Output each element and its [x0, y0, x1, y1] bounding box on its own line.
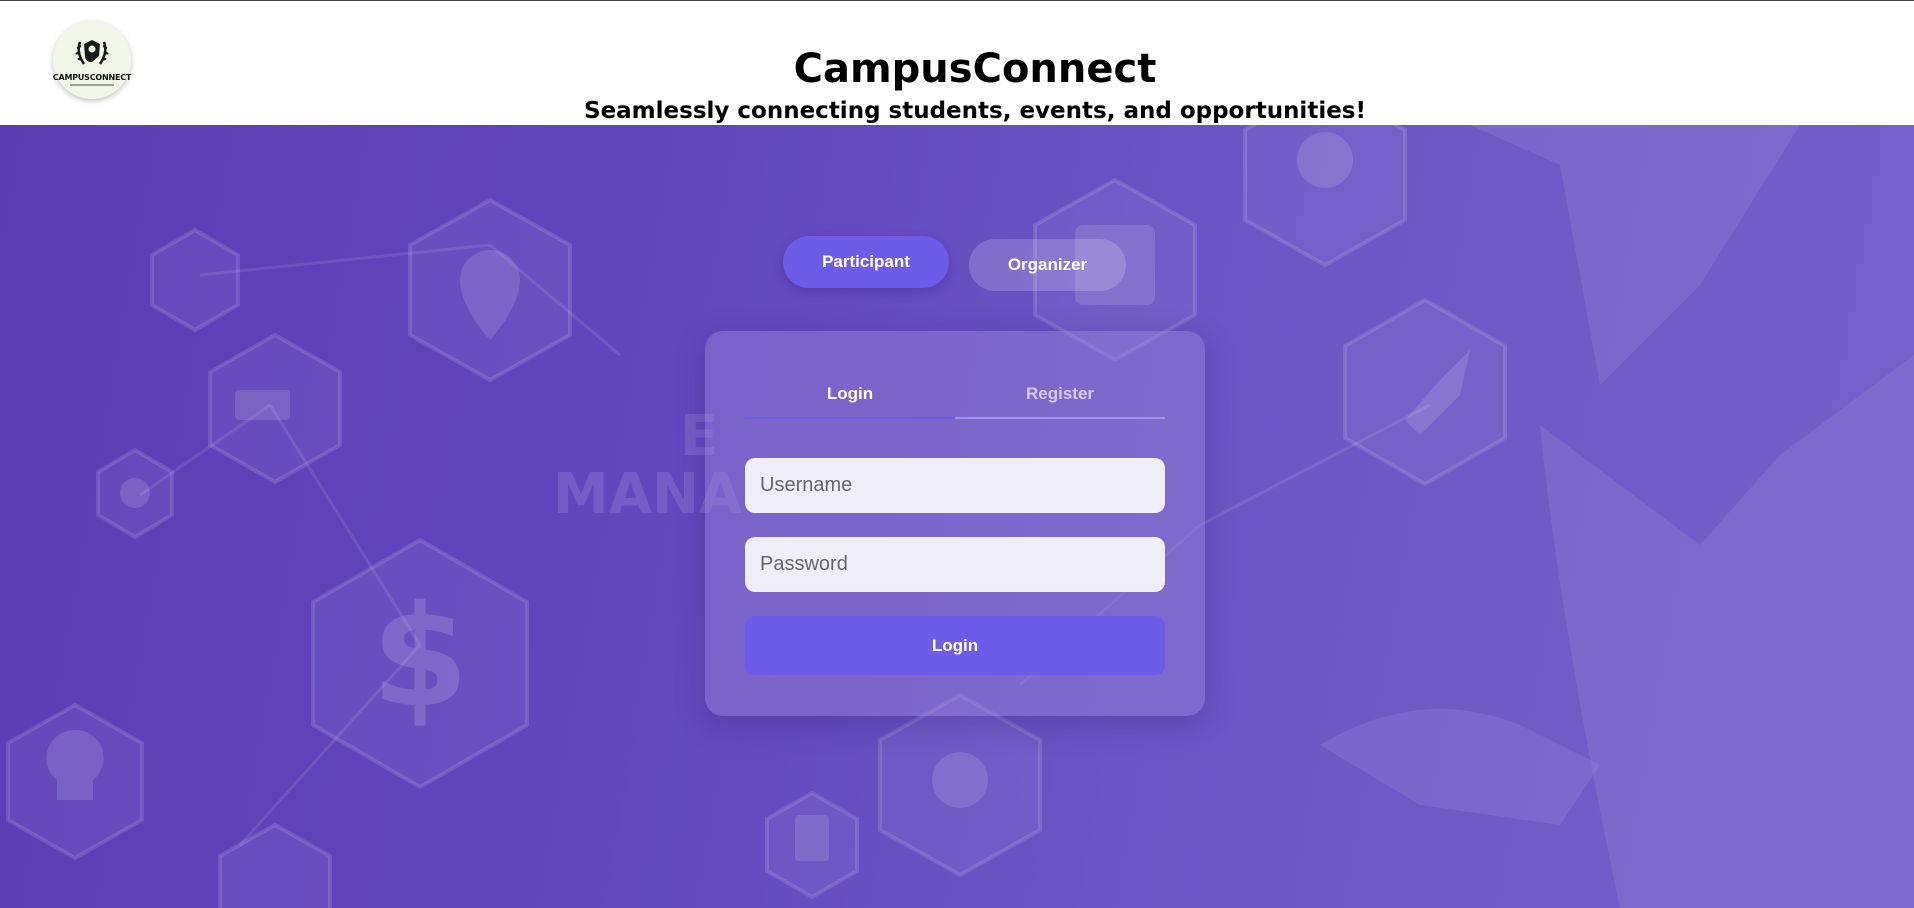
site-tagline: Seamlessly connecting students, events, … — [584, 98, 1366, 124]
username-input[interactable] — [745, 458, 1165, 513]
hex-gear — [150, 227, 240, 333]
hero-background: $ E MANA Participant Organizer Login Reg… — [0, 125, 1914, 908]
site-title: CampusConnect — [793, 46, 1157, 92]
lock-body-icon — [932, 752, 988, 808]
clipboard-icon — [795, 815, 829, 861]
participant-button[interactable]: Participant — [783, 236, 949, 288]
password-input[interactable] — [745, 537, 1165, 592]
dollar-icon: $ — [371, 576, 468, 739]
auth-tabs: Login Register — [745, 371, 1165, 419]
login-submit-button[interactable]: Login — [745, 616, 1165, 675]
organizer-button[interactable]: Organizer — [969, 239, 1126, 291]
page: CAMPUSCONNECT CampusConnect Seamlessly c… — [0, 0, 1914, 908]
tab-register[interactable]: Register — [955, 371, 1165, 417]
auth-card: Login Register Login — [705, 331, 1205, 716]
tab-login[interactable]: Login — [745, 371, 955, 419]
hex-small-gear — [218, 822, 332, 908]
target-icon — [1297, 132, 1353, 188]
role-toggle: Participant Organizer — [783, 236, 1126, 291]
hex-rocket — [1343, 297, 1507, 487]
site-header: CAMPUSCONNECT CampusConnect Seamlessly c… — [0, 0, 1914, 125]
truck-icon — [235, 390, 290, 420]
globe-icon — [120, 478, 150, 508]
person-silhouette — [1320, 125, 1914, 908]
